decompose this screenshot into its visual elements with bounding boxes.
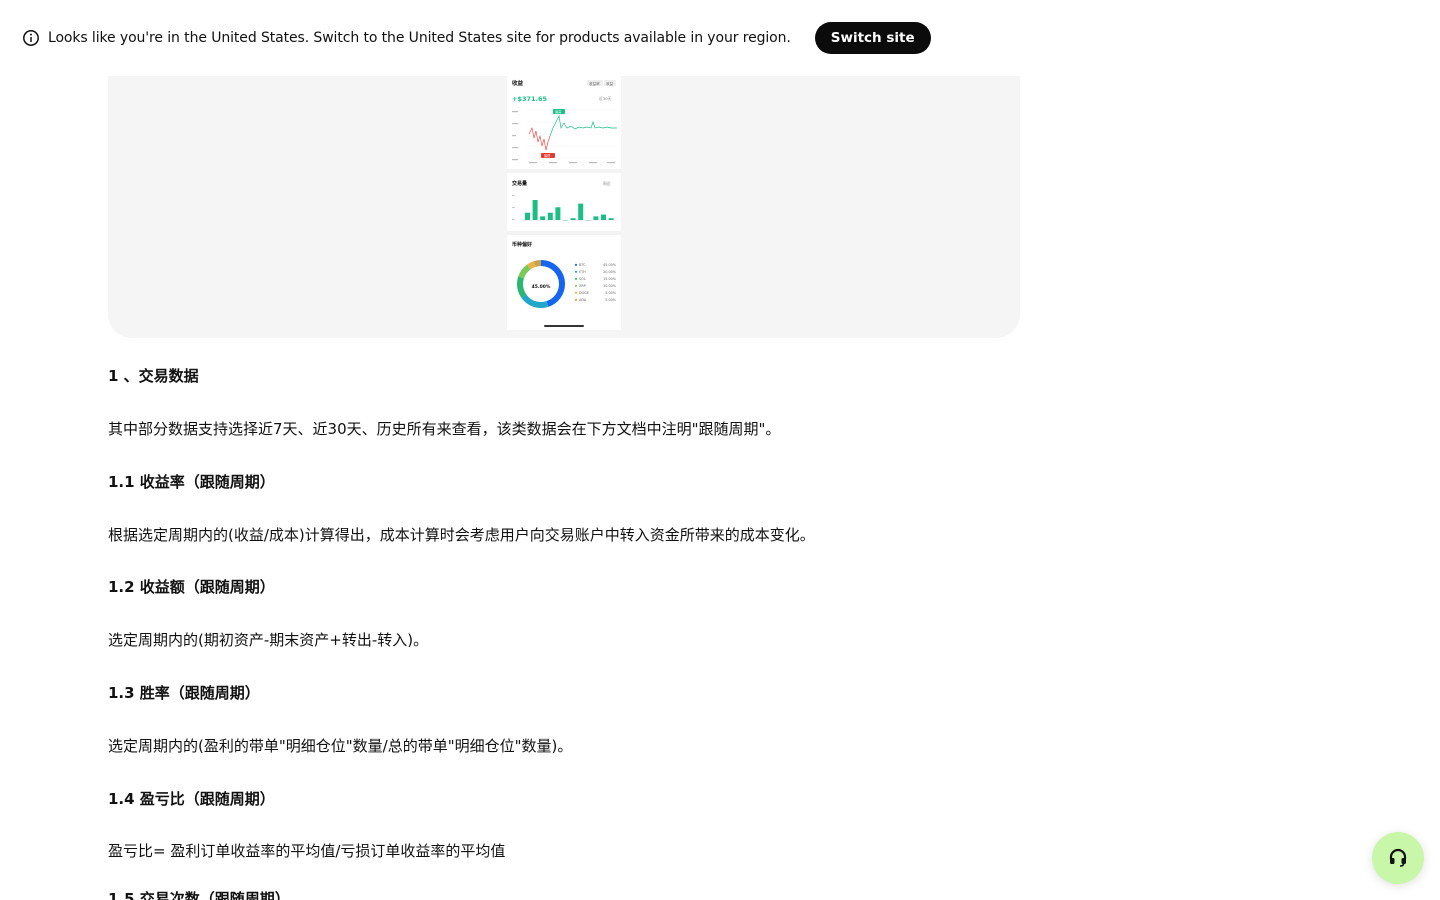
pref-title: 币种偏好 (512, 241, 532, 248)
volume-bar (525, 212, 530, 220)
profit-toggle: 收益 (606, 81, 614, 86)
legend-label: ETH (579, 270, 586, 274)
paragraph-win-rate: 选定周期内的(盈利的带单"明细仓位"数量/总的带单"明细仓位"数量)。 (108, 737, 573, 755)
region-banner: Looks like you're in the United States. … (0, 0, 1440, 76)
profit-period: 近30天 (599, 96, 612, 101)
legend-value: 45.00% (603, 263, 617, 267)
profit-rate-toggle: 收益率 (589, 81, 600, 86)
pref-center-value: 45.00% (532, 284, 551, 290)
legend-label: ADA (579, 298, 587, 302)
legend-label: SOL (579, 277, 586, 281)
legend-dot (574, 298, 578, 301)
legend-value: 20.00% (603, 270, 617, 274)
legend-label: XRP (579, 284, 586, 288)
volume-bar (540, 216, 546, 220)
legend-dot (574, 263, 578, 266)
volume-bar (555, 207, 561, 220)
legend-value: 10.00% (603, 284, 617, 288)
support-chat-button[interactable] (1372, 832, 1424, 884)
paragraph-profit-amount: 选定周期内的(期初资产-期末资产+转出-转入)。 (108, 631, 429, 649)
region-message: Looks like you're in the United States. … (48, 30, 791, 46)
profit-title: 收益 (512, 79, 524, 87)
legend-dot (574, 277, 578, 280)
legend-label: BTC (579, 263, 586, 267)
info-circle-icon (22, 29, 40, 47)
volume-bar (593, 216, 599, 220)
app-screenshot-drawing: 收益 收益率 收益 +$371.65 近30天 最高 最低 交易量 周近 币种偏… (507, 79, 621, 308)
currency-donut-chart (517, 260, 565, 308)
section-heading-pl-ratio: 1.4 盈亏比（跟随周期） (108, 790, 275, 808)
headset-icon (1387, 847, 1409, 869)
volume-bar (532, 200, 538, 220)
volume-bar (570, 218, 576, 220)
profit-value: +$371.65 (512, 95, 548, 103)
legend-dot (574, 284, 578, 287)
section-separator (507, 169, 621, 173)
legend-dot (574, 291, 578, 294)
volume-title: 交易量 (512, 180, 527, 187)
volume-bar-chart (523, 200, 617, 221)
app-screenshot: 收益 收益率 收益 +$371.65 近30天 最高 最低 交易量 周近 币种偏… (507, 76, 621, 330)
section-heading-trade-count: 1.5 交易次数（跟随周期） (108, 890, 290, 900)
profit-max-badge: 最高 (555, 109, 561, 114)
section-heading-trade-data: 1 、交易数据 (108, 367, 199, 385)
section-separator (507, 231, 621, 235)
section-heading-win-rate: 1.3 胜率（跟随周期） (108, 684, 260, 702)
paragraph-pl-ratio: 盈亏比= 盈利订单收益率的平均值/亏损订单收益率的平均值 (108, 842, 506, 860)
home-indicator (544, 325, 584, 327)
switch-site-button[interactable]: Switch site (814, 22, 931, 54)
paragraph-return-rate: 根据选定周期内的(收益/成本)计算得出，成本计算时会考虑用户向交易账户中转入资金… (108, 526, 815, 544)
legend-value: 5.00% (605, 291, 617, 295)
legend-dot (574, 270, 578, 273)
section-heading-profit-amount: 1.2 收益额（跟随周期） (108, 578, 275, 596)
legend-label: DOGE (579, 291, 589, 295)
legend-value: 5.00% (605, 298, 617, 302)
volume-bar (608, 218, 614, 220)
volume-bar (547, 212, 553, 220)
volume-period: 周近 (603, 181, 611, 186)
volume-bar (578, 203, 584, 220)
section-heading-return-rate: 1.1 收益率（跟随周期） (108, 473, 275, 491)
article-image: 收益 收益率 收益 +$371.65 近30天 最高 最低 交易量 周近 币种偏… (108, 76, 1020, 338)
legend-value: 15.00% (603, 277, 617, 281)
currency-legend: BTC 45.00% ETH 20.00% SOL 15.00% XRP 10.00% DOGE… (574, 263, 617, 302)
volume-bar (601, 214, 606, 220)
paragraph-trade-data: 其中部分数据支持选择近7天、近30天、历史所有来查看，该类数据会在下方文档中注明… (108, 420, 781, 438)
profit-min-badge: 最低 (544, 153, 551, 158)
